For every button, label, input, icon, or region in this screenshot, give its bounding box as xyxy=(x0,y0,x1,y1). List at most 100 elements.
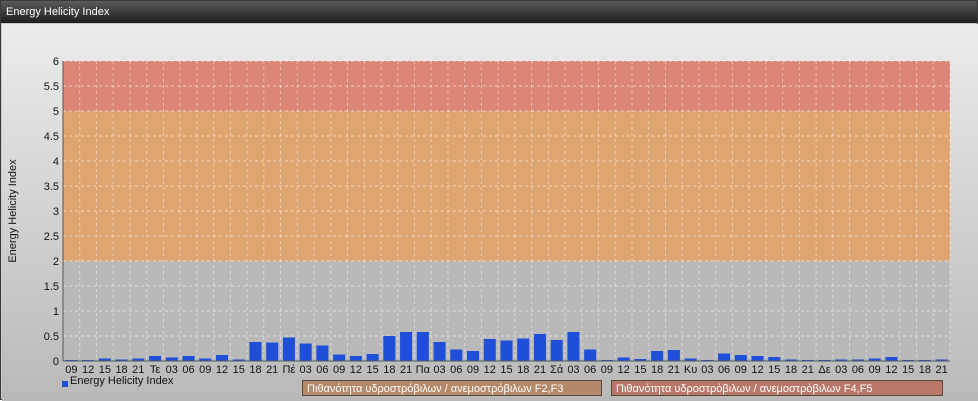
bar-26 xyxy=(500,340,513,361)
y-tick-label-5: 2.5 xyxy=(44,231,59,243)
bar-39 xyxy=(718,353,731,361)
x-tick-label-26: 15 xyxy=(500,364,512,376)
chart-window: Energy Helicity Index 0 0.5 1 1.5 2 2.5 3 3.5 4 4… xyxy=(0,0,978,401)
bar-41 xyxy=(751,356,764,361)
bar-31 xyxy=(584,349,597,361)
x-tick-label-37: Κυ xyxy=(684,364,697,376)
x-tick-label-9: 12 xyxy=(216,364,228,376)
x-tick-label-7: 06 xyxy=(182,364,194,376)
bar-40 xyxy=(734,355,747,361)
x-tick-label-51: 18 xyxy=(919,364,931,376)
bar-13 xyxy=(282,337,295,361)
y-tick-label-7: 3.5 xyxy=(44,181,59,193)
y-tick-label-10: 5 xyxy=(53,106,59,118)
x-tick-label-18: 15 xyxy=(366,364,378,376)
bar-15 xyxy=(316,345,329,361)
x-tick-label-12: 21 xyxy=(266,364,278,376)
chart-area: 0 0.5 1 1.5 2 2.5 3 3.5 4 4.5 5 5.5 6 09 12 15 18 21 Τε 03 0… xyxy=(2,24,978,401)
legend-band-f4f5: Πιθανότητα υδροστρόβιλων / ανεμοστρόβιλω… xyxy=(611,380,943,396)
bar-25 xyxy=(483,339,496,361)
x-tick-label-22: 03 xyxy=(433,364,445,376)
bar-22 xyxy=(433,342,446,361)
bar-23 xyxy=(450,349,463,361)
x-tick-label-10: 15 xyxy=(233,364,245,376)
y-tick-label-9: 4.5 xyxy=(44,131,59,143)
window-title: Energy Helicity Index xyxy=(1,1,977,23)
x-tick-label-39: 06 xyxy=(718,364,730,376)
bar-16 xyxy=(333,354,346,361)
bar-5 xyxy=(149,356,162,361)
x-tick-label-48: 09 xyxy=(869,364,881,376)
bar-7 xyxy=(182,356,195,361)
x-tick-label-42: 15 xyxy=(768,364,780,376)
y-tick-label-3: 1.5 xyxy=(44,281,59,293)
bar-29 xyxy=(550,340,563,361)
bar-14 xyxy=(299,343,312,361)
x-tick-label-36: 21 xyxy=(668,364,680,376)
x-tick-label-30: 03 xyxy=(567,364,579,376)
x-tick-label-13: Πέ xyxy=(283,364,296,376)
x-tick-label-41: 12 xyxy=(751,364,763,376)
x-tick-label-15: 06 xyxy=(316,364,328,376)
x-tick-label-28: 21 xyxy=(534,364,546,376)
bar-21 xyxy=(416,332,429,361)
bar-18 xyxy=(366,354,379,361)
x-tick-label-46: 03 xyxy=(835,364,847,376)
x-tick-label-23: 06 xyxy=(450,364,462,376)
bar-33 xyxy=(617,357,630,361)
y-tick-label-2: 1 xyxy=(53,306,59,318)
x-tick-label-35: 18 xyxy=(651,364,663,376)
x-tick-label-34: 15 xyxy=(634,364,646,376)
x-tick-label-24: 09 xyxy=(467,364,479,376)
x-tick-label-40: 09 xyxy=(735,364,747,376)
x-tick-label-17: 12 xyxy=(350,364,362,376)
x-tick-label-31: 06 xyxy=(584,364,596,376)
bar-9 xyxy=(215,355,229,361)
x-tick-label-52: 21 xyxy=(936,364,948,376)
x-tick-label-11: 18 xyxy=(249,364,261,376)
legend-label-ehi: Energy Helicity Index xyxy=(70,375,174,387)
bar-28 xyxy=(533,334,546,361)
x-tick-label-44: 21 xyxy=(802,364,814,376)
x-tick-label-38: 03 xyxy=(701,364,713,376)
ehi-chart: 00.511.522.533.544.555.5609 12 15 18 21 Τε 03 0… xyxy=(7,56,951,376)
x-tick-label-20: 21 xyxy=(400,364,412,376)
x-tick-label-29: Σά xyxy=(550,364,564,376)
x-tick-label-33: 12 xyxy=(618,364,630,376)
x-tick-label-16: 09 xyxy=(333,364,345,376)
x-tick-label-49: 12 xyxy=(885,364,897,376)
x-tick-label-45: Δε xyxy=(818,364,830,376)
x-tick-label-27: 18 xyxy=(517,364,529,376)
x-tick-label-19: 18 xyxy=(383,364,395,376)
y-tick-label-1: 0.5 xyxy=(44,331,59,343)
bar-19 xyxy=(383,336,396,361)
x-tick-label-47: 06 xyxy=(852,364,864,376)
y-tick-label-12: 6 xyxy=(53,56,59,68)
y-tick-label-8: 4 xyxy=(53,156,59,168)
x-tick-label-8: 09 xyxy=(199,364,211,376)
x-tick-label-21: Πα xyxy=(416,364,431,376)
legend-band-f2f3: Πιθανότητα υδροστρόβιλων / ανεμοστρόβιλω… xyxy=(302,380,602,396)
y-tick-label-6: 3 xyxy=(53,206,59,218)
bar-17 xyxy=(349,356,362,361)
bar-12 xyxy=(266,342,279,361)
x-tick-label-43: 18 xyxy=(785,364,797,376)
bar-49 xyxy=(885,357,898,361)
bar-24 xyxy=(467,351,480,361)
bar-27 xyxy=(517,338,530,361)
x-tick-label-32: 09 xyxy=(601,364,613,376)
bar-11 xyxy=(249,342,262,361)
bar-20 xyxy=(400,332,413,361)
y-tick-label-11: 5.5 xyxy=(44,81,59,93)
x-tick-label-25: 12 xyxy=(484,364,496,376)
bar-30 xyxy=(567,332,580,361)
bar-6 xyxy=(165,357,178,361)
x-tick-label-50: 15 xyxy=(902,364,914,376)
y-tick-label-0: 0 xyxy=(53,356,59,368)
bar-35 xyxy=(651,351,664,361)
y-tick-label-4: 2 xyxy=(53,256,59,268)
x-tick-label-14: 03 xyxy=(300,364,312,376)
y-axis-label: Energy Helicity Index xyxy=(7,159,19,263)
bar-36 xyxy=(667,350,680,361)
bar-42 xyxy=(768,357,781,361)
